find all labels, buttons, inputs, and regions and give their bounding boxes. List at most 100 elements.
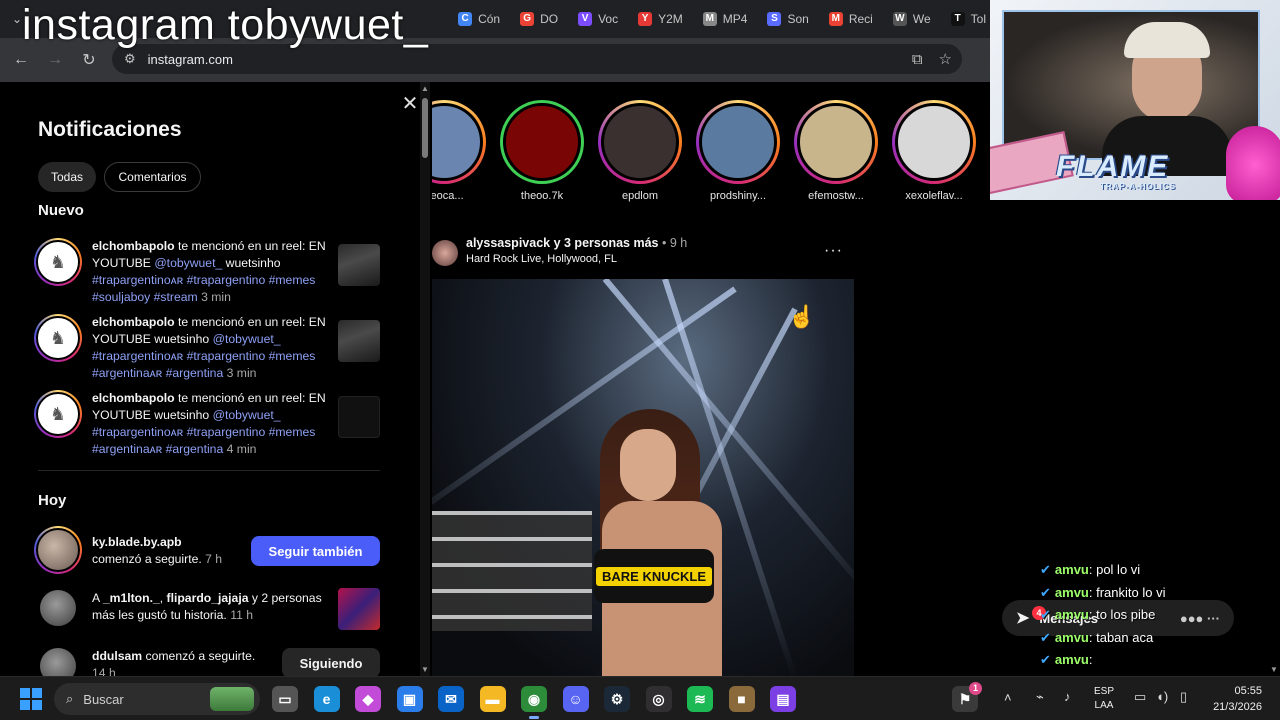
obs-icon[interactable]: ◎ xyxy=(645,686,672,712)
avatar[interactable]: ♞ xyxy=(34,314,82,362)
install-app-icon[interactable]: ⧉ xyxy=(912,51,923,68)
file-view-icon[interactable]: ▭ xyxy=(272,686,298,712)
clapper-icon[interactable]: ▤ xyxy=(770,686,796,712)
mention-link[interactable]: @tobywuet_ xyxy=(154,256,222,270)
notification-item[interactable]: ♞ elchombapolo te mencionó en un reel: E… xyxy=(34,390,384,458)
mention-link[interactable]: @tobywuet_ xyxy=(213,408,281,422)
avatar[interactable] xyxy=(34,642,82,676)
following-button[interactable]: Siguiendo xyxy=(282,648,380,676)
hashtags[interactable]: #trapargentinoᴀʀ #trapargentino #memes #… xyxy=(92,425,315,456)
browser-tab[interactable]: G DO xyxy=(510,4,568,34)
story-item[interactable]: epdlom xyxy=(598,100,682,206)
post-username[interactable]: alyssaspivack xyxy=(466,236,550,250)
browser-tab[interactable]: Y Y2M xyxy=(628,4,693,34)
story-item[interactable]: efemostw... xyxy=(794,100,878,206)
story-ring[interactable] xyxy=(892,100,976,184)
filter-comments-button[interactable]: Comentarios xyxy=(104,162,201,192)
notification-time: 4 min xyxy=(226,442,257,456)
notification-item[interactable]: ♞ elchombapolo te mencionó en un reel: E… xyxy=(34,238,384,306)
post-location[interactable]: Hard Rock Live, Hollywood, FL xyxy=(466,253,617,265)
buddha-sticker xyxy=(1226,126,1280,200)
notification-item[interactable]: ♞ elchombapolo te mencionó en un reel: E… xyxy=(34,314,384,382)
discord-icon[interactable]: ☺ xyxy=(562,686,589,712)
story-ring[interactable] xyxy=(696,100,780,184)
browser-tab[interactable]: C Cón xyxy=(448,4,510,34)
spotify-icon[interactable]: ≋ xyxy=(687,686,713,712)
scroll-down-icon[interactable]: ▼ xyxy=(420,665,430,674)
post-author[interactable]: alyssaspivack y 3 personas más • 9 h xyxy=(466,236,687,250)
chrome-icon[interactable]: ◉ xyxy=(521,686,547,719)
notification-app-icon[interactable]: ⚑ 1 xyxy=(952,682,982,712)
language-indicator[interactable]: ESP LAA xyxy=(1094,685,1114,713)
chevron-up-icon[interactable]: ˄ xyxy=(1004,690,1012,705)
story-thumbnail[interactable] xyxy=(338,588,380,630)
browser-tab[interactable]: W We xyxy=(883,4,941,34)
windows-start-icon[interactable] xyxy=(20,688,42,710)
notification-user[interactable]: ddulsam xyxy=(92,649,142,663)
avatar[interactable] xyxy=(34,584,82,632)
browser-tab[interactable]: S Son xyxy=(757,4,818,34)
chat-message: ✔ amvu: frankito lo vi xyxy=(1040,585,1165,601)
story-item[interactable]: deoca... xyxy=(432,100,486,206)
network-icon[interactable]: ⌁ xyxy=(1036,689,1044,705)
steam-icon[interactable]: ⚙ xyxy=(604,686,630,712)
display-icon[interactable]: ▭ xyxy=(1134,689,1146,705)
story-ring[interactable] xyxy=(598,100,682,184)
browser-tab[interactable]: M MP4 xyxy=(693,4,758,34)
site-info-icon[interactable]: ⚙ xyxy=(124,51,136,67)
battery-icon[interactable]: ▯ xyxy=(1180,689,1187,705)
story-ring[interactable] xyxy=(500,100,584,184)
more-options-icon[interactable]: ··· xyxy=(824,242,843,260)
tab-favicon-icon: V xyxy=(578,12,593,26)
story-item[interactable]: theoo.7k xyxy=(500,100,584,206)
avatar[interactable]: ♞ xyxy=(34,390,82,438)
avatar[interactable]: ♞ xyxy=(34,238,82,286)
reel-thumbnail[interactable] xyxy=(338,244,380,286)
story-item[interactable]: prodshiny... xyxy=(696,100,780,206)
browser-tab[interactable]: T Tol xyxy=(941,4,996,34)
story-ring[interactable] xyxy=(794,100,878,184)
store-icon[interactable]: ▣ xyxy=(396,686,423,712)
post-avatar[interactable] xyxy=(432,240,458,266)
tab-favicon-icon: T xyxy=(950,12,965,26)
hashtags[interactable]: #trapargentinoᴀʀ #trapargentino #memes #… xyxy=(92,349,315,380)
browser-tab[interactable]: M Reci xyxy=(819,4,883,34)
mention-link[interactable]: @tobywuet_ xyxy=(213,332,281,346)
browser-tab[interactable]: V Voc xyxy=(568,4,628,34)
scroll-up-icon[interactable]: ▲ xyxy=(420,84,430,93)
chat-text: : taban aca xyxy=(1088,629,1154,645)
copilot-icon[interactable]: ◆ xyxy=(355,686,381,712)
bookmark-star-icon[interactable]: ☆ xyxy=(939,50,952,68)
follow-back-button[interactable]: Seguir también xyxy=(251,536,380,566)
notification-user[interactable]: elchombapolo xyxy=(92,315,175,329)
panel-scrollbar[interactable]: ▲ ▼ xyxy=(420,82,430,676)
system-clock[interactable]: 05:55 21/3/2026 xyxy=(1213,683,1262,715)
boxing-ring-ropes xyxy=(432,511,592,631)
reel-thumbnail[interactable] xyxy=(338,396,380,438)
scroll-thumb[interactable] xyxy=(422,98,428,158)
face xyxy=(620,429,676,501)
story-ring[interactable] xyxy=(432,100,486,184)
explorer-icon[interactable]: ▬ xyxy=(479,686,506,712)
mic-icon[interactable]: ♪ xyxy=(1064,689,1071,704)
minecraft-icon[interactable]: ■ xyxy=(728,686,755,712)
notification-user[interactable]: ky.blade.by.apb xyxy=(92,535,182,549)
story-item[interactable]: xexoleflav... xyxy=(892,100,976,206)
notification-user[interactable]: elchombapolo xyxy=(92,239,175,253)
notification-item[interactable]: A _m1lton._, flipardo_jajaja y 2 persona… xyxy=(34,584,384,632)
filter-all-button[interactable]: Todas xyxy=(38,162,96,192)
notification-user[interactable]: elchombapolo xyxy=(92,391,175,405)
post-image[interactable]: BARE KNUCKLE xyxy=(432,279,854,676)
reel-thumbnail[interactable] xyxy=(338,320,380,362)
avatar[interactable] xyxy=(34,526,82,574)
post-coauthors[interactable]: y 3 personas más xyxy=(550,236,659,250)
notification-user[interactable]: flipardo_jajaja xyxy=(167,591,249,605)
edge-icon[interactable]: e xyxy=(313,686,340,712)
notification-user[interactable]: _m1lton._ xyxy=(103,591,160,605)
close-icon[interactable]: ✕ xyxy=(400,94,420,114)
outlook-icon[interactable]: ✉ xyxy=(438,686,464,712)
url-text[interactable]: instagram.com xyxy=(148,52,233,67)
taskbar-search[interactable]: ⌕ Buscar xyxy=(54,683,260,715)
volume-icon[interactable]: ◖) xyxy=(1156,689,1168,704)
notification-action: comenzó a seguirte. xyxy=(92,552,202,566)
